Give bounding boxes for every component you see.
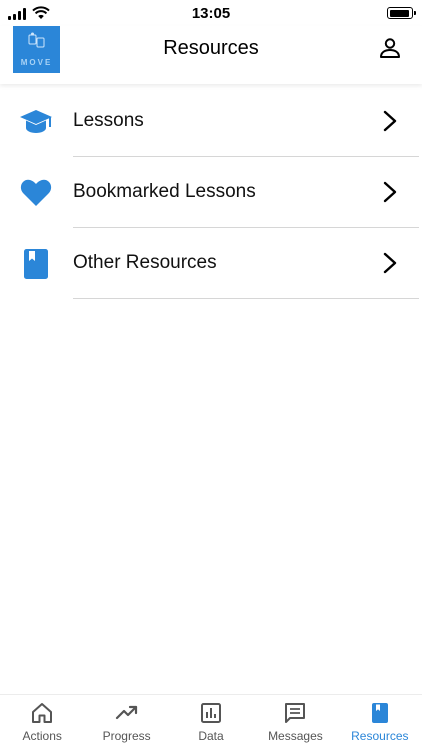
battery-icon <box>387 7 416 19</box>
list-item-lessons[interactable]: Lessons <box>0 86 422 157</box>
header: MOVE Resources <box>0 26 422 84</box>
tab-messages[interactable]: Messages <box>253 695 337 750</box>
tab-label: Actions <box>22 729 62 743</box>
book-icon <box>24 249 48 279</box>
list-item-other-resources[interactable]: Other Resources <box>0 228 422 299</box>
graduation-cap-icon <box>20 110 52 133</box>
tab-bar: Actions Progress Data Messages Resources <box>0 694 422 750</box>
bar-chart-icon <box>201 703 222 723</box>
list-item-bookmarked-lessons[interactable]: Bookmarked Lessons <box>0 157 422 228</box>
tab-label: Messages <box>268 729 323 743</box>
trending-up-icon <box>115 705 137 720</box>
chevron-right-icon <box>383 252 397 274</box>
page-title: Resources <box>163 37 259 59</box>
tab-label: Progress <box>102 729 151 743</box>
tab-data[interactable]: Data <box>169 695 253 750</box>
list-item-label: Bookmarked Lessons <box>73 181 256 202</box>
book-icon <box>371 703 388 723</box>
list-item-label: Lessons <box>73 110 144 131</box>
resource-list: Lessons Bookmarked Lessons Other Resourc… <box>0 86 422 299</box>
home-icon <box>32 703 53 723</box>
tab-label: Data <box>198 729 224 743</box>
list-divider <box>73 298 419 299</box>
status-bar: 13:05 <box>0 0 422 26</box>
tab-progress[interactable]: Progress <box>84 695 168 750</box>
list-item-label: Other Resources <box>73 252 217 273</box>
status-time: 13:05 <box>191 5 231 22</box>
tab-label: Resources <box>351 729 409 743</box>
chevron-right-icon <box>383 110 397 132</box>
profile-icon[interactable] <box>378 36 402 60</box>
tab-resources[interactable]: Resources <box>338 695 422 750</box>
tab-actions[interactable]: Actions <box>0 695 84 750</box>
heart-icon <box>20 179 52 206</box>
message-icon <box>285 703 306 723</box>
chevron-right-icon <box>383 181 397 203</box>
